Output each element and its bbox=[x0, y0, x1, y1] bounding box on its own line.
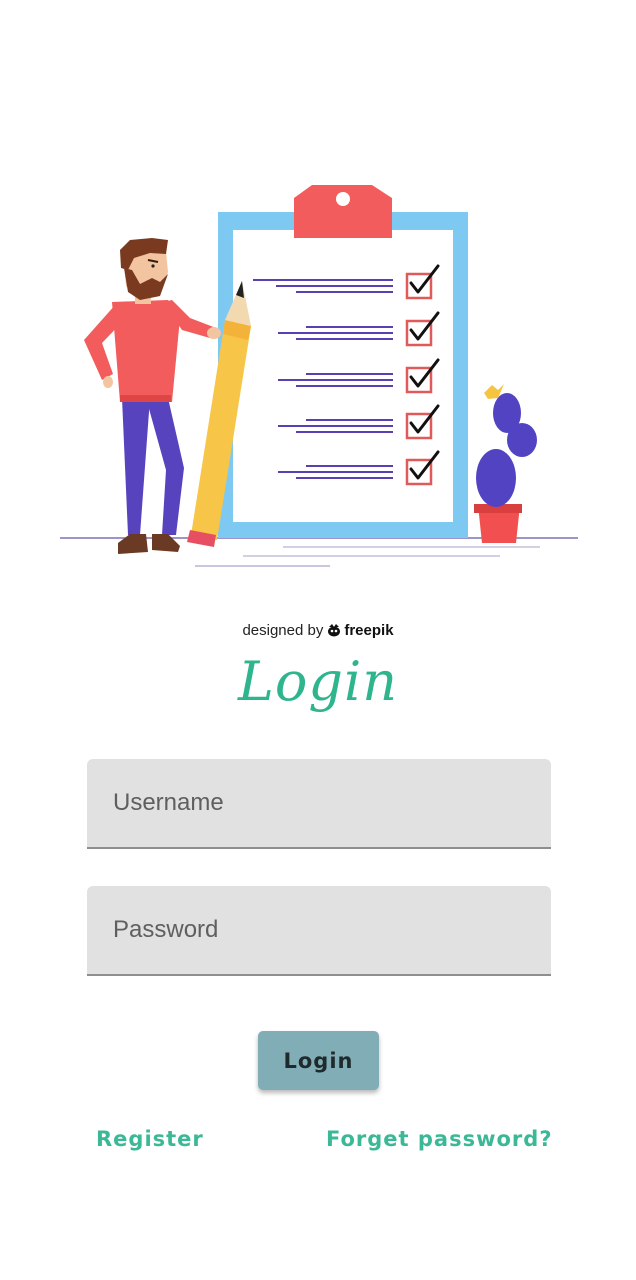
password-field-container bbox=[87, 886, 551, 976]
login-button[interactable]: Login bbox=[258, 1031, 379, 1090]
checklist-illustration bbox=[60, 185, 578, 567]
freepik-credit: designed by freepik bbox=[0, 622, 636, 639]
username-field-container bbox=[87, 759, 551, 849]
credit-prefix: designed by bbox=[242, 622, 324, 639]
forget-password-link[interactable]: Forget password? bbox=[326, 1127, 553, 1151]
freepik-bee-icon bbox=[328, 624, 341, 637]
password-input[interactable] bbox=[87, 886, 551, 974]
credit-brand: freepik bbox=[344, 622, 394, 639]
login-title: Login bbox=[238, 650, 398, 713]
username-input[interactable] bbox=[87, 759, 551, 847]
register-link[interactable]: Register bbox=[96, 1127, 204, 1151]
